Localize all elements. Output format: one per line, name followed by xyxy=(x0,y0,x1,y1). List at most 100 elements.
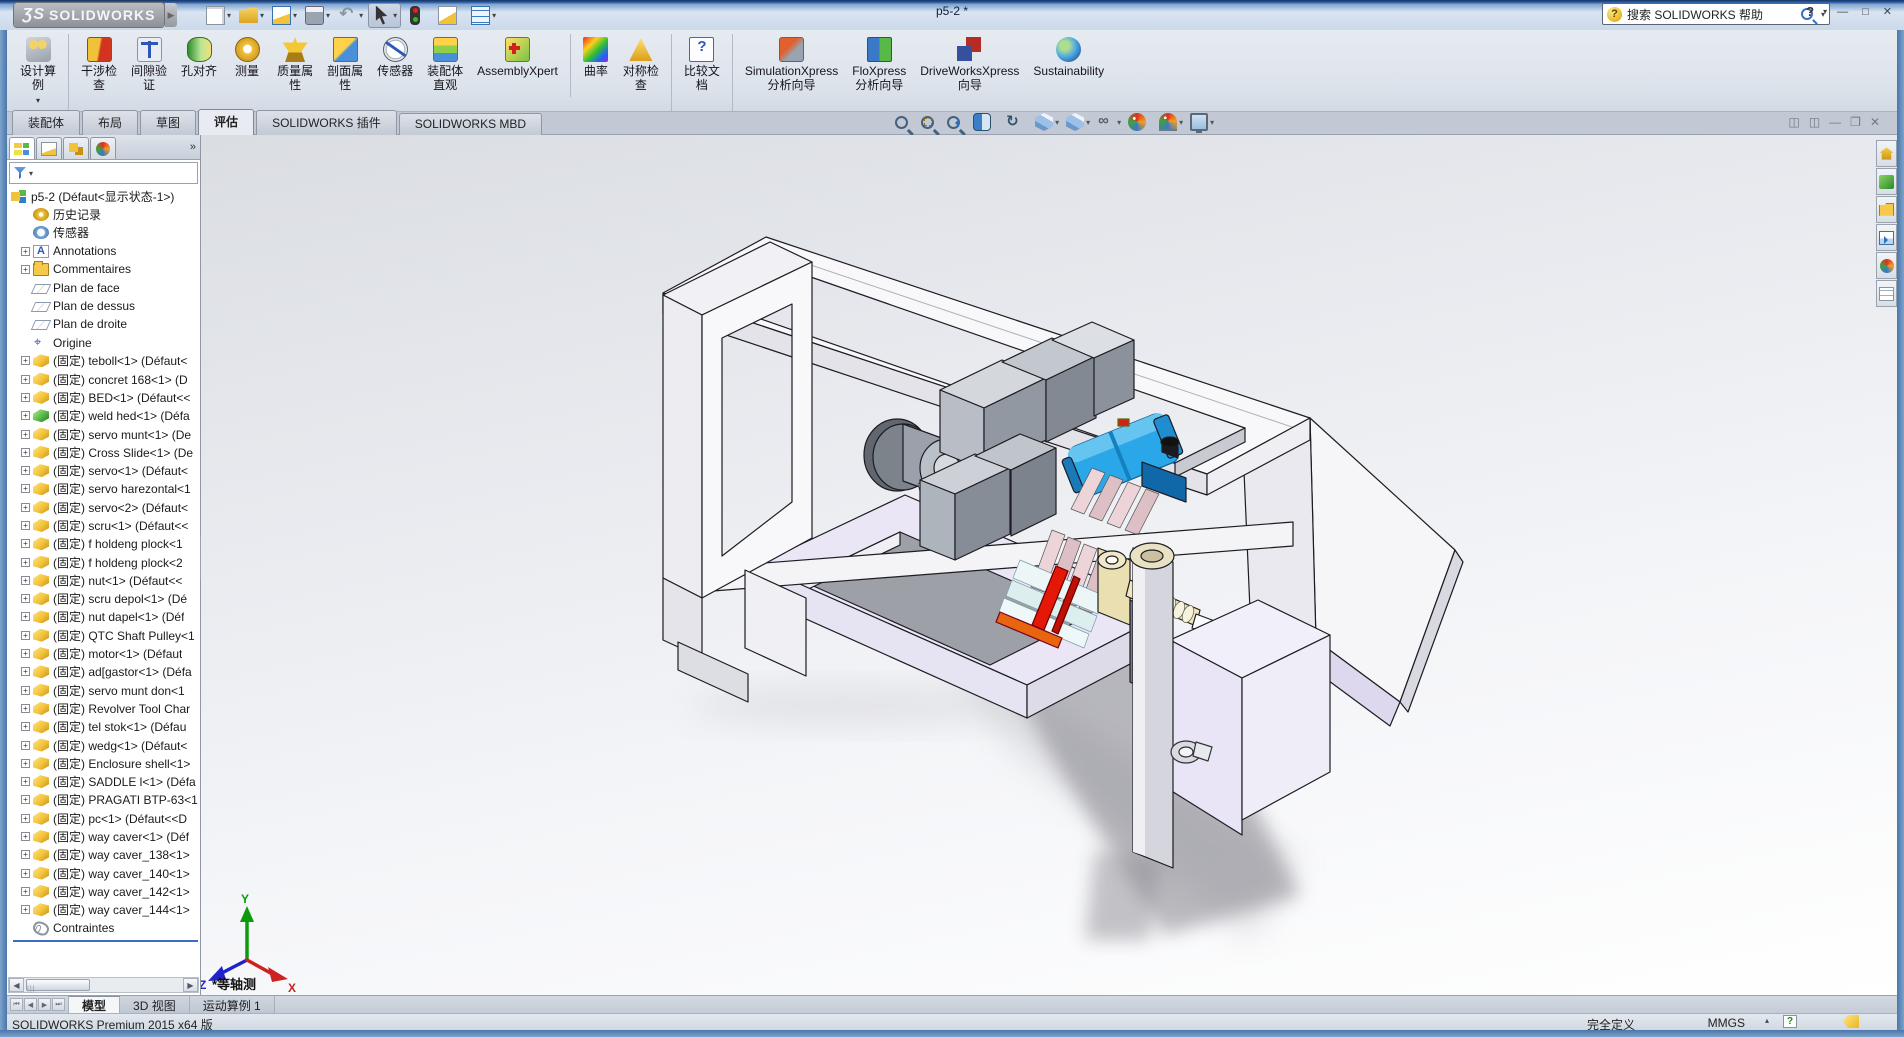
expand-plus-icon[interactable]: + xyxy=(21,411,30,420)
command-tab[interactable]: 装配体 xyxy=(12,110,80,135)
task-pane-button[interactable] xyxy=(1876,280,1897,307)
ribbon-button[interactable]: 曲率 ▾ xyxy=(570,34,616,97)
quick-toolbar-button[interactable]: ▾ xyxy=(368,3,401,28)
expand-plus-icon[interactable]: + xyxy=(21,539,30,548)
expand-plus-icon[interactable]: + xyxy=(21,375,30,384)
minimize-button[interactable]: — xyxy=(1833,5,1852,19)
view-toolbar-button[interactable]: ▾ xyxy=(1190,113,1214,131)
expand-plus-icon[interactable]: + xyxy=(21,393,30,402)
tag-icon[interactable] xyxy=(1843,1015,1859,1028)
tree-item[interactable]: + (固定) pc<1> (Défaut<<D xyxy=(11,809,200,827)
search-input[interactable]: ? 搜索 SOLIDWORKS 帮助 ▾ xyxy=(1602,3,1830,25)
command-tab[interactable]: SOLIDWORKS 插件 xyxy=(256,110,397,135)
tree-item[interactable]: + Origine xyxy=(11,333,200,351)
task-pane-button[interactable] xyxy=(1876,168,1897,195)
first-tab-button[interactable]: ⏮ xyxy=(10,998,23,1011)
expand-plus-icon[interactable]: + xyxy=(21,704,30,713)
expand-plus-icon[interactable]: + xyxy=(21,850,30,859)
logo-flyout-arrow[interactable]: ▶ xyxy=(165,3,177,27)
expand-plus-icon[interactable]: + xyxy=(21,887,30,896)
tree-item[interactable]: + 传感器 xyxy=(11,224,200,242)
quick-toolbar-button[interactable]: ▾ xyxy=(435,4,466,27)
chevron-down-icon[interactable]: ▾ xyxy=(326,11,330,20)
ribbon-button[interactable]: DriveWorksXpress 向导 ▾ xyxy=(913,34,1026,111)
expand-plus-icon[interactable]: + xyxy=(21,356,30,365)
quick-tips-icon[interactable]: ? xyxy=(1783,1015,1797,1028)
command-tab[interactable]: SOLIDWORKS MBD xyxy=(399,113,542,135)
expand-plus-icon[interactable]: + xyxy=(21,612,30,621)
view-toolbar-button[interactable]: ▾ xyxy=(1159,113,1183,131)
tree-item[interactable]: + (固定) way caver_140<1> xyxy=(11,864,200,882)
expand-plus-icon[interactable]: + xyxy=(21,594,30,603)
ribbon-button[interactable]: 装配体 直观 ▾ xyxy=(420,34,470,111)
tree-item[interactable]: + (固定) way caver<1> (Déf xyxy=(11,827,200,845)
scrollbar-thumb[interactable]: ||| xyxy=(26,979,90,991)
scroll-left-arrow[interactable]: ◀ xyxy=(9,978,24,992)
pane-split-left-icon[interactable]: ◫ xyxy=(1788,115,1799,129)
chevron-down-icon[interactable]: ▾ xyxy=(1179,118,1183,127)
view-toolbar-button[interactable]: ▾ xyxy=(973,113,997,131)
expand-plus-icon[interactable]: + xyxy=(21,466,30,475)
expand-plus-icon[interactable]: + xyxy=(21,484,30,493)
tree-item[interactable]: + (固定) scru<1> (Défaut<< xyxy=(11,516,200,534)
ribbon-button[interactable]: 设计算 例 ▾ xyxy=(13,34,63,111)
units-selector[interactable]: MMGS xyxy=(1708,1016,1745,1030)
expand-plus-icon[interactable]: + xyxy=(21,576,30,585)
quick-toolbar-button[interactable]: ▾ xyxy=(203,4,234,27)
expand-plus-icon[interactable]: + xyxy=(21,631,30,640)
tree-item[interactable]: + (固定) way caver_138<1> xyxy=(11,846,200,864)
filter-caret[interactable]: ▾ xyxy=(29,169,33,178)
chevron-down-icon[interactable]: ▾ xyxy=(359,11,363,20)
expand-plus-icon[interactable]: + xyxy=(21,741,30,750)
tree-horizontal-scrollbar[interactable]: ◀ ||| ▶ xyxy=(8,977,199,993)
tree-item[interactable]: + Plan de dessus xyxy=(11,297,200,315)
doc-minimize-button[interactable]: — xyxy=(1829,115,1841,129)
chevron-down-icon[interactable]: ▾ xyxy=(393,11,397,20)
tree-item[interactable]: + 历史记录 xyxy=(11,205,200,223)
expand-plus-icon[interactable]: + xyxy=(21,649,30,658)
scroll-right-arrow[interactable]: ▶ xyxy=(183,978,198,992)
maximize-button[interactable]: □ xyxy=(1858,5,1873,19)
expand-plus-icon[interactable]: + xyxy=(21,869,30,878)
tree-item[interactable]: + (固定) servo munt<1> (De xyxy=(11,425,200,443)
tree-item[interactable]: + (固定) way caver_144<1> xyxy=(11,901,200,919)
tree-item[interactable]: + (固定) nut<1> (Défaut<< xyxy=(11,571,200,589)
expand-plus-icon[interactable]: + xyxy=(21,759,30,768)
tree-item[interactable]: + (固定) servo munt don<1 xyxy=(11,681,200,699)
tree-item[interactable]: + (固定) QTC Shaft Pulley<1 xyxy=(11,626,200,644)
help-button[interactable]: ? xyxy=(1806,4,1814,19)
ribbon-button[interactable]: FloXpress 分析向导 ▾ xyxy=(845,34,913,111)
help-caret[interactable]: ▾ xyxy=(1823,7,1827,16)
tree-item[interactable]: + Commentaires xyxy=(11,260,200,278)
document-tab[interactable]: 3D 视图 xyxy=(120,996,190,1013)
tree-item[interactable]: + (固定) BED<1> (Défaut<< xyxy=(11,388,200,406)
tab-configuration-manager[interactable] xyxy=(63,137,89,159)
task-pane-button[interactable] xyxy=(1876,252,1897,279)
tree-item[interactable]: + (固定) servo harezontal<1 xyxy=(11,480,200,498)
ribbon-button[interactable]: 比较文 档 ▾ xyxy=(671,34,727,111)
command-tab[interactable]: 草图 xyxy=(140,110,196,135)
expand-plus-icon[interactable]: + xyxy=(21,265,30,274)
quick-toolbar-button[interactable]: ▾ xyxy=(468,4,499,27)
chevron-down-icon[interactable]: ▾ xyxy=(492,11,496,20)
view-toolbar-button[interactable]: ▾ xyxy=(1035,113,1059,131)
next-tab-button[interactable]: ▶ xyxy=(38,998,51,1011)
tree-item[interactable]: + (固定) f holdeng plock<1 xyxy=(11,535,200,553)
last-tab-button[interactable]: ⏭ xyxy=(52,998,65,1011)
tree-item[interactable]: + (固定) wedg<1> (Défaut< xyxy=(11,736,200,754)
tree-item[interactable]: + (固定) f holdeng plock<2 xyxy=(11,553,200,571)
expand-plus-icon[interactable]: + xyxy=(21,430,30,439)
ribbon-button[interactable]: AssemblyXpert ▾ xyxy=(470,34,565,97)
ribbon-button[interactable]: 测量 ▾ xyxy=(224,34,270,97)
chevron-down-icon[interactable]: ▾ xyxy=(293,11,297,20)
ribbon-button[interactable]: 孔对齐 ▾ xyxy=(174,34,224,97)
expand-plus-icon[interactable]: + xyxy=(21,777,30,786)
tree-item[interactable]: + Contraintes xyxy=(11,919,200,937)
tree-item[interactable]: + (固定) SADDLE l<1> (Défa xyxy=(11,773,200,791)
view-toolbar-button[interactable]: ▾ xyxy=(1097,113,1121,131)
tree-item[interactable]: + (固定) way caver_142<1> xyxy=(11,882,200,900)
tab-feature-manager[interactable] xyxy=(9,137,35,159)
tree-item[interactable]: + (固定) ad[gastor<1> (Défa xyxy=(11,663,200,681)
tree-item[interactable]: + (固定) tel stok<1> (Défau xyxy=(11,718,200,736)
view-toolbar-button[interactable]: ▾ xyxy=(1128,113,1152,131)
